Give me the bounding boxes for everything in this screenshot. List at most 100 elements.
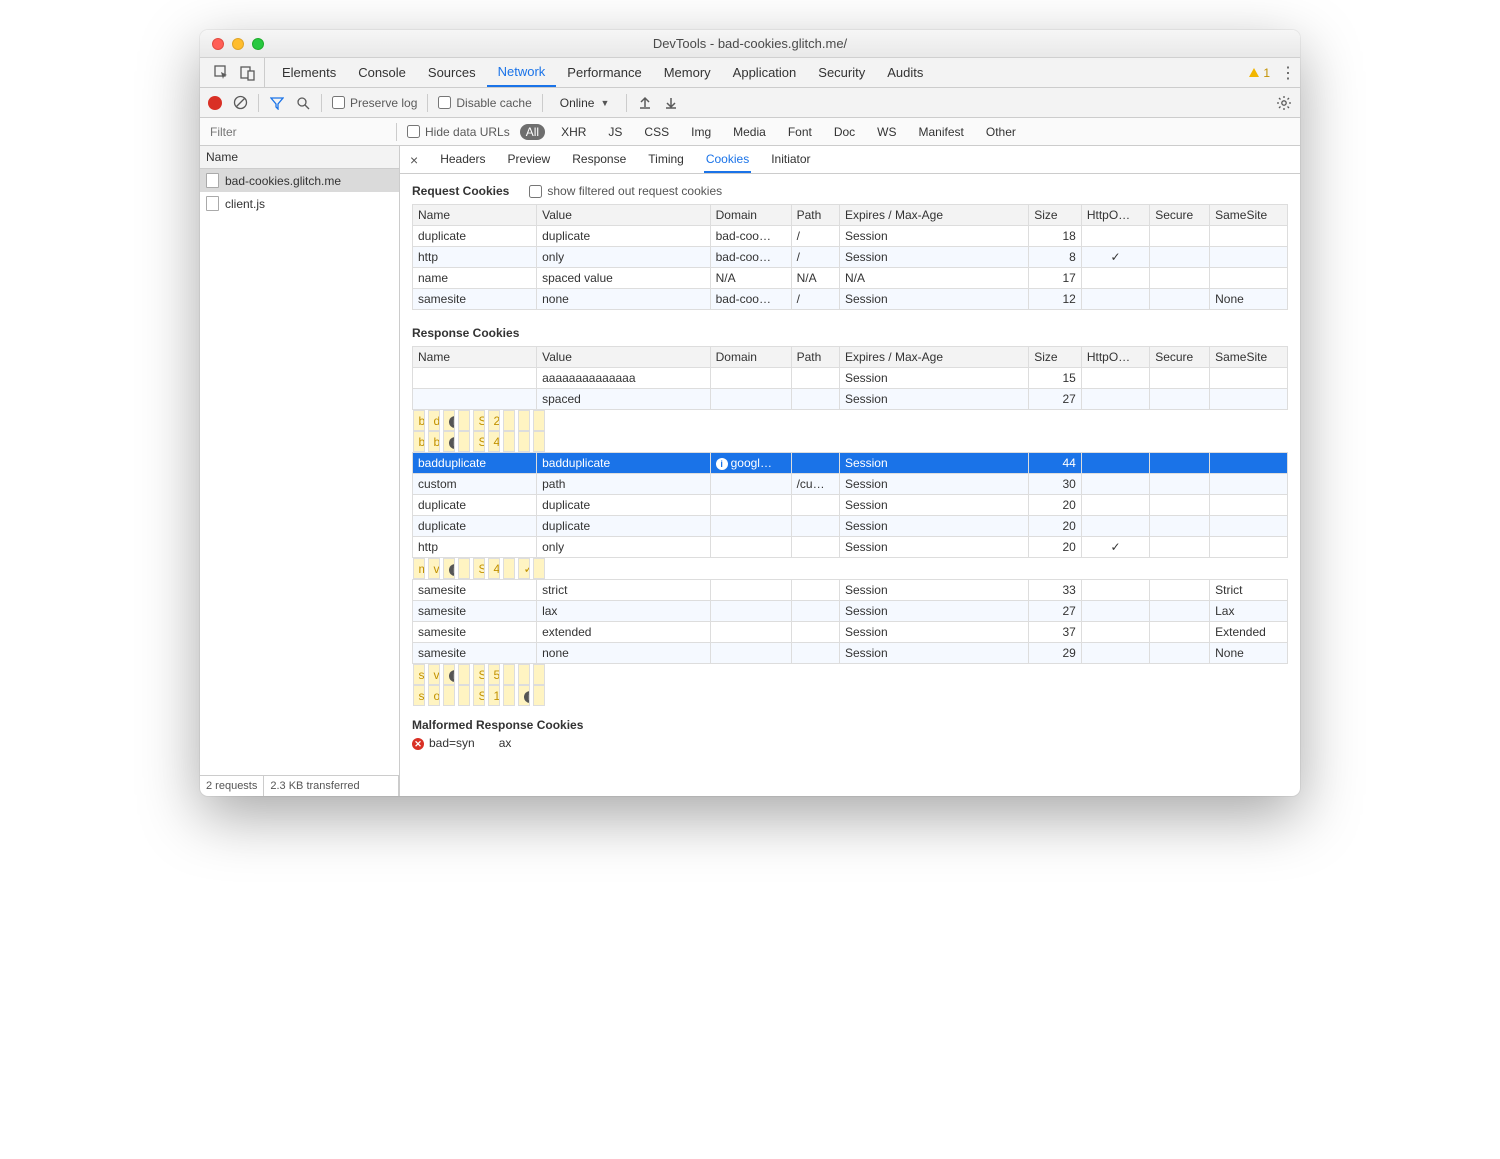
table-row[interactable]: namespaced valueN/AN/AN/A17 [413,268,1288,289]
table-row[interactable]: samesitestrictSession33Strict [413,580,1288,601]
table-row[interactable]: httponlybad-coo…/Session8✓ [413,247,1288,268]
table-row[interactable]: baddomainigoogl…Session29 [413,410,537,431]
tab-console[interactable]: Console [347,58,417,87]
table-row[interactable]: badduplicatebadduplicateigoogl…Session44 [413,453,1288,474]
column-header[interactable]: Size [1029,205,1082,226]
table-row[interactable]: spacedSession27 [413,389,1288,410]
filter-type-doc[interactable]: Doc [828,124,861,140]
filter-type-css[interactable]: CSS [638,124,675,140]
column-header[interactable]: HttpO… [1081,347,1149,368]
info-icon: i [449,670,455,682]
request-item[interactable]: bad-cookies.glitch.me [200,169,399,192]
table-row[interactable]: samesitenoneSession29None [413,643,1288,664]
inspect-icon[interactable] [214,65,230,81]
hide-data-urls-checkbox[interactable]: Hide data URLs [407,125,510,139]
upload-icon[interactable] [637,95,653,111]
filter-row: Hide data URLs All XHR JS CSS Img Media Font Do… [200,118,1300,146]
detail-tab-timing[interactable]: Timing [646,148,686,172]
table-row[interactable]: badduplicatebadduplicateigoogl…Session44 [413,431,537,452]
tab-elements[interactable]: Elements [271,58,347,87]
filter-type-img[interactable]: Img [685,124,717,140]
column-header[interactable]: HttpO… [1081,205,1149,226]
column-header[interactable]: Path [791,205,839,226]
column-header[interactable]: Expires / Max-Age [839,205,1028,226]
clear-icon[interactable] [232,95,248,111]
filter-icon[interactable] [269,95,285,111]
table-row[interactable]: duplicateduplicatebad-coo…/Session18 [413,226,1288,247]
request-cookies-title: Request Cookies [412,184,509,198]
column-header[interactable]: Path [791,347,839,368]
detail-panel: × Headers Preview Response Timing Cookies Ini… [400,146,1300,796]
table-row[interactable]: custompath/cu…Session30 [413,474,1288,495]
column-header[interactable]: SameSite [1210,347,1288,368]
tab-network[interactable]: Network [487,58,557,87]
request-item[interactable]: client.js [200,192,399,215]
table-row[interactable]: samesiteextendedSession37Extended [413,622,1288,643]
column-header[interactable]: Domain [710,347,791,368]
column-header[interactable]: Expires / Max-Age [839,347,1028,368]
sidebar-footer: 2 requests 2.3 KB transferred [200,775,399,796]
detail-tab-preview[interactable]: Preview [506,148,553,172]
filter-type-js[interactable]: JS [602,124,628,140]
filter-type-xhr[interactable]: XHR [555,124,592,140]
warning-indicator[interactable]: 1 [1248,66,1276,80]
show-filtered-checkbox[interactable]: show filtered out request cookies [529,184,722,198]
table-row[interactable]: multiplereasonsvalueigoogl…Session48✓ [413,558,537,579]
info-icon: i [449,564,455,576]
tab-security[interactable]: Security [807,58,876,87]
download-icon[interactable] [663,95,679,111]
column-header[interactable]: Value [537,205,711,226]
filter-input[interactable] [206,123,386,141]
column-header[interactable]: Secure [1150,347,1210,368]
tab-application[interactable]: Application [722,58,808,87]
detail-tab-headers[interactable]: Headers [438,148,487,172]
titlebar: DevTools - bad-cookies.glitch.me/ [200,30,1300,58]
detail-tab-initiator[interactable]: Initiator [769,148,812,172]
column-header[interactable]: Name [413,205,537,226]
tab-audits[interactable]: Audits [876,58,934,87]
warning-icon [1248,67,1260,79]
close-detail-icon[interactable]: × [406,152,422,168]
request-cookies-table: NameValueDomainPathExpires / Max-AgeSize… [412,204,1288,310]
table-row[interactable]: samesitenonebad-coo…/Session12None [413,289,1288,310]
device-toggle-icon[interactable] [240,65,256,81]
tab-performance[interactable]: Performance [556,58,652,87]
filter-type-font[interactable]: Font [782,124,818,140]
info-icon: i [449,416,455,428]
table-row[interactable]: samesitelaxSession27Lax [413,601,1288,622]
tab-sources[interactable]: Sources [417,58,487,87]
table-row[interactable]: aaaaaaaaaaaaaaSession15 [413,368,1288,389]
column-header[interactable]: Domain [710,205,791,226]
disable-cache-checkbox[interactable]: Disable cache [438,96,531,110]
throttling-select[interactable]: Online ▼ [553,95,617,111]
preserve-log-checkbox[interactable]: Preserve log [332,96,417,110]
table-row[interactable]: samesitedefaultvalueigoogl…Session50 [413,664,537,685]
main-tabbar: ElementsConsoleSourcesNetworkPerformance… [200,58,1300,88]
more-menu-icon[interactable]: ⋮ [1276,63,1294,83]
table-row[interactable]: httponlySession20✓ [413,537,1288,558]
filter-type-other[interactable]: Other [980,124,1022,140]
table-row[interactable]: secureonlySession19i✓ [413,685,537,706]
column-header[interactable]: SameSite [1210,205,1288,226]
malformed-title: Malformed Response Cookies [412,718,1288,732]
column-header[interactable]: Name [413,347,537,368]
column-header[interactable]: Value [537,347,711,368]
record-button[interactable] [208,96,222,110]
settings-gear-icon[interactable] [1276,95,1292,111]
filter-type-media[interactable]: Media [727,124,772,140]
table-row[interactable]: duplicateduplicateSession20 [413,495,1288,516]
search-icon[interactable] [295,95,311,111]
chevron-down-icon: ▼ [600,98,609,108]
detail-tab-response[interactable]: Response [570,148,628,172]
column-header[interactable]: Size [1029,347,1082,368]
detail-tab-cookies[interactable]: Cookies [704,148,751,173]
column-header[interactable]: Secure [1150,205,1210,226]
sidebar-header[interactable]: Name [200,146,399,169]
filter-type-ws[interactable]: WS [871,124,902,140]
table-row[interactable]: duplicateduplicateSession20 [413,516,1288,537]
filter-type-all[interactable]: All [520,124,545,140]
filter-type-manifest[interactable]: Manifest [913,124,970,140]
tab-memory[interactable]: Memory [653,58,722,87]
request-list-sidebar: Name bad-cookies.glitch.meclient.js 2 re… [200,146,400,796]
transferred-size: 2.3 KB transferred [264,776,399,796]
